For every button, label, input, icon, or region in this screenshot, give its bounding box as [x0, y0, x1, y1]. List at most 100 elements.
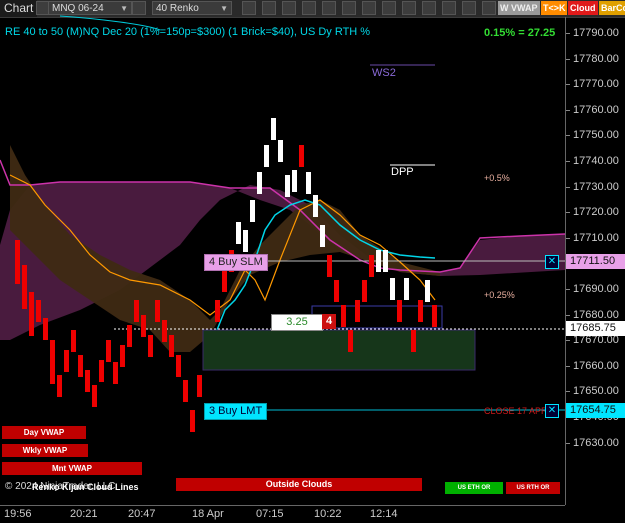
renko-brick [257, 172, 262, 194]
renko-brick [176, 355, 181, 377]
renko-brick [418, 300, 423, 322]
renko-brick [327, 255, 332, 277]
renko-brick [362, 280, 367, 302]
price-tick-label: 17780.00 [573, 52, 619, 65]
us-eth-or-button[interactable]: US ETH OR [445, 482, 503, 494]
renko-brick [355, 300, 360, 322]
position-pnl[interactable]: 3.25 [271, 314, 323, 331]
cancel-lmt-close-icon[interactable]: ✕ [545, 404, 559, 418]
price-tick [566, 84, 570, 86]
time-axis[interactable]: 19:56 20:21 20:47 18 Apr 07:15 10:22 12:14 [0, 505, 565, 523]
renko-brick [29, 292, 34, 314]
renko-brick [271, 118, 276, 140]
renko-brick [113, 362, 118, 384]
renko-brick [411, 330, 416, 352]
renko-brick [243, 230, 248, 252]
renko-brick [299, 145, 304, 167]
price-tick [566, 391, 570, 393]
price-chart[interactable] [0, 0, 625, 522]
wkly-vwap-button[interactable]: Wkly VWAP [2, 444, 88, 457]
buy-lmt-order[interactable]: 3 Buy LMT [204, 403, 268, 420]
renko-brick [85, 370, 90, 392]
pct-plus-half-label: +0.5% [484, 173, 510, 183]
renko-brick [106, 340, 111, 362]
renko-brick [306, 172, 311, 194]
renko-brick [120, 345, 125, 367]
renko-brick [57, 375, 62, 397]
renko-brick [397, 300, 402, 322]
price-tick-label: 17720.00 [573, 206, 619, 219]
renko-brick [376, 250, 381, 272]
renko-brick [383, 250, 388, 272]
renko-brick [320, 225, 325, 247]
renko-brick [432, 305, 437, 327]
time-tick-label: 10:22 [314, 508, 342, 520]
buy-zone-box [202, 329, 476, 371]
renko-brick [169, 335, 174, 357]
renko-brick [15, 262, 20, 284]
price-tick [566, 442, 570, 444]
price-tag-buy-slm: 17711.50 [566, 254, 625, 269]
price-tick-label: 17760.00 [573, 103, 619, 116]
renko-brick [15, 240, 20, 262]
pct-plus-quarter-label: +0.25% [484, 290, 515, 300]
renko-brick [92, 385, 97, 407]
renko-brick [292, 170, 297, 192]
cancel-slm-close-icon[interactable]: ✕ [545, 255, 559, 269]
price-tick [566, 135, 570, 137]
price-tag-buy-lmt: 17654.75 [566, 403, 625, 418]
renko-brick [236, 222, 241, 244]
renko-brick [22, 287, 27, 309]
price-tick [566, 237, 570, 239]
renko-brick [155, 300, 160, 322]
price-tick-label: 17750.00 [573, 129, 619, 142]
us-rth-or-button[interactable]: US RTH OR [506, 482, 560, 494]
price-tick-label: 17730.00 [573, 180, 619, 193]
renko-brick [22, 265, 27, 287]
renko-brick [183, 380, 188, 402]
price-tick [566, 289, 570, 290]
price-tick [566, 161, 570, 162]
chart-title: RE 40 to 50 (M)NQ Dec 20 (1%=150p=$300) … [5, 26, 371, 38]
renko-brick [50, 362, 55, 384]
renko-brick [215, 300, 220, 322]
renko-brick [78, 355, 83, 377]
renko-brick [404, 278, 409, 300]
position-quantity[interactable]: 4 [322, 314, 336, 329]
renko-brick [43, 318, 48, 340]
mnt-vwap-button[interactable]: Mnt VWAP [2, 462, 142, 475]
day-vwap-button[interactable]: Day VWAP [2, 426, 86, 439]
price-tick [566, 340, 570, 342]
percent-readout: 0.15% = 27.25 [484, 27, 556, 39]
price-tick-label: 17680.00 [573, 308, 619, 321]
renko-brick [348, 330, 353, 352]
renko-brick [190, 410, 195, 432]
renko-brick [390, 278, 395, 300]
outside-clouds-button[interactable]: Outside Clouds [176, 478, 422, 491]
dpp-label: DPP [391, 166, 414, 178]
renko-brick [71, 330, 76, 352]
time-tick-label: 07:15 [256, 508, 284, 520]
renko-brick [141, 315, 146, 337]
renko-brick [425, 280, 430, 302]
renko-brick [278, 140, 283, 162]
renko-brick [127, 325, 132, 347]
renko-brick [162, 320, 167, 342]
renko-brick [197, 375, 202, 397]
price-tag-last: 17685.75 [566, 321, 625, 336]
price-tick [566, 58, 570, 60]
buy-slm-order[interactable]: 4 Buy SLM [204, 254, 268, 271]
time-tick-label: 20:21 [70, 508, 98, 520]
renko-brick [148, 335, 153, 357]
renko-brick [285, 175, 290, 197]
price-tick [566, 186, 570, 188]
time-tick-label: 18 Apr [192, 508, 224, 520]
renko-brick [264, 145, 269, 167]
price-tick [566, 109, 570, 111]
renko-brick [369, 255, 374, 277]
price-tick-label: 17790.00 [573, 27, 619, 39]
price-tick-label: 17660.00 [573, 359, 619, 372]
renko-brick [99, 360, 104, 382]
price-tick [566, 314, 570, 316]
price-tick [566, 365, 570, 367]
